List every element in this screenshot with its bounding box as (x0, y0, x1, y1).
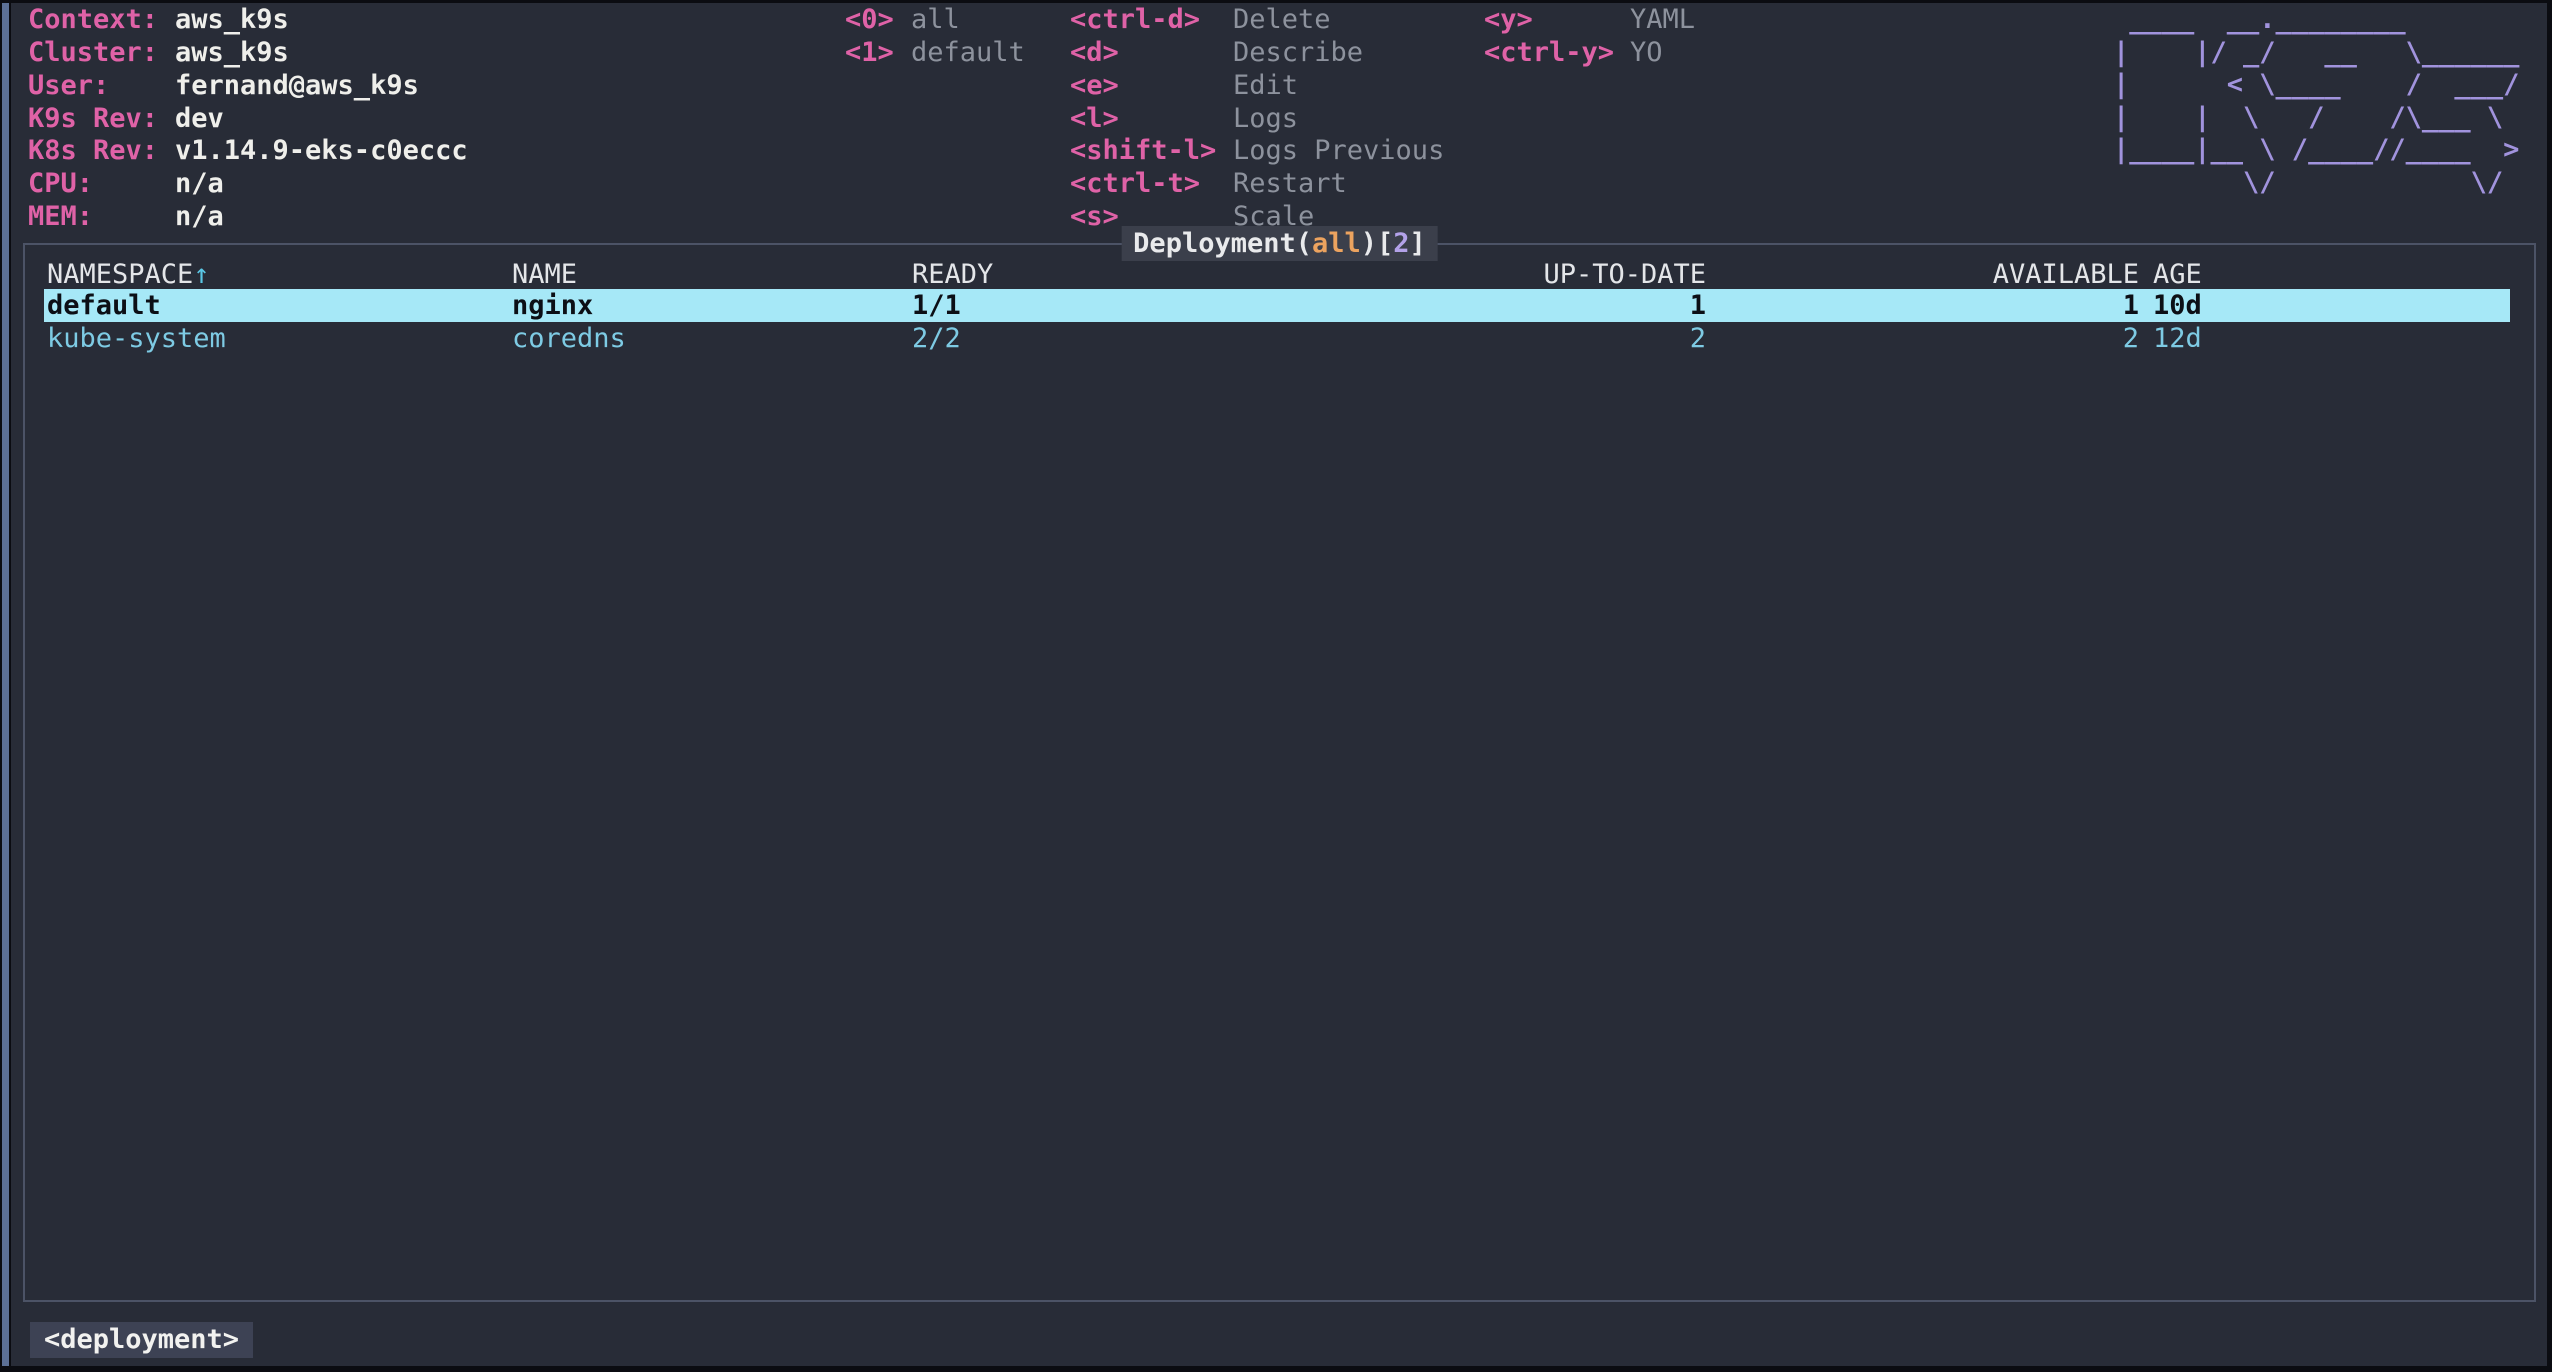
cell-namespace: kube-system (47, 322, 226, 355)
hotkey-key: <y> (1484, 3, 1533, 36)
title-bracket: ] (1410, 228, 1426, 259)
hotkey-key: <e> (1070, 69, 1119, 102)
sort-arrow-icon: ↑ (193, 259, 209, 290)
column-header-namespace[interactable]: NAMESPACE↑ (47, 258, 210, 291)
k9s-terminal-window: Context: aws_k9s Cluster: aws_k9s User: … (0, 0, 2552, 1372)
deployments-table-panel: Deployment(all)[2] NAMESPACE↑ NAME READY… (23, 243, 2536, 1302)
cell-available: 2 (1889, 322, 2139, 355)
column-header-up-to-date[interactable]: UP-TO-DATE (1456, 258, 1706, 291)
hotkey-key: <l> (1070, 102, 1119, 135)
hotkey-key: <shift-l> (1070, 134, 1216, 167)
hotkey-label: YO (1630, 36, 1663, 69)
title-namespace: all (1312, 228, 1361, 259)
title-count: 2 (1393, 228, 1409, 259)
cell-ready: 2/2 (912, 322, 961, 355)
k9s-ascii-logo: ____ __.________ | |/ _/ __ \______| < \… (2113, 4, 2519, 199)
hotkey-label: Logs (1233, 102, 1298, 135)
breadcrumb-deployment[interactable]: <deployment> (30, 1322, 253, 1358)
cell-up-to-date: 1 (1456, 289, 1706, 322)
hotkey-label: Edit (1233, 69, 1298, 102)
hotkey-key: <s> (1070, 200, 1119, 233)
column-header-name[interactable]: NAME (512, 258, 577, 291)
column-header-ready[interactable]: READY (912, 258, 993, 291)
hotkey-key: <ctrl-t> (1070, 167, 1200, 200)
hotkey-label: Restart (1233, 167, 1347, 200)
cell-name: coredns (512, 322, 626, 355)
logo-line: | |/ _/ __ \______ (2113, 37, 2519, 70)
hotkey-label: Logs Previous (1233, 134, 1444, 167)
logo-line: | < \____ / ___/ (2113, 69, 2519, 102)
hotkey-label: YAML (1630, 3, 1695, 36)
cell-name: nginx (512, 289, 593, 322)
logo-line: \/ \/ (2113, 167, 2519, 200)
column-header-age[interactable]: AGE (2153, 258, 2202, 291)
hotkey-key: <ctrl-y> (1484, 36, 1614, 69)
cell-available: 1 (1889, 289, 2139, 322)
cell-age: 10d (2153, 289, 2202, 322)
logo-line: ____ __.________ (2113, 4, 2519, 37)
table-header-row: NAMESPACE↑ NAME READY UP-TO-DATE AVAILAB… (25, 258, 2534, 291)
cell-age: 12d (2153, 322, 2202, 355)
selection-highlight (44, 289, 2510, 322)
title-resource: Deployment( (1133, 228, 1312, 259)
cell-up-to-date: 2 (1456, 322, 1706, 355)
logo-line: |____|__ \ /____//____ > (2113, 134, 2519, 167)
cell-namespace: default (47, 289, 161, 322)
table-title: Deployment(all)[2] (1121, 226, 1438, 261)
title-bracket: )[ (1361, 228, 1394, 259)
cell-ready: 1/1 (912, 289, 961, 322)
table-row-nginx[interactable]: default nginx 1/1 1 1 10d (25, 289, 2534, 322)
logo-line: | | \ / /\___ \ (2113, 102, 2519, 135)
table-row-coredns[interactable]: kube-system coredns 2/2 2 2 12d (25, 322, 2534, 355)
column-header-available[interactable]: AVAILABLE (1889, 258, 2139, 291)
